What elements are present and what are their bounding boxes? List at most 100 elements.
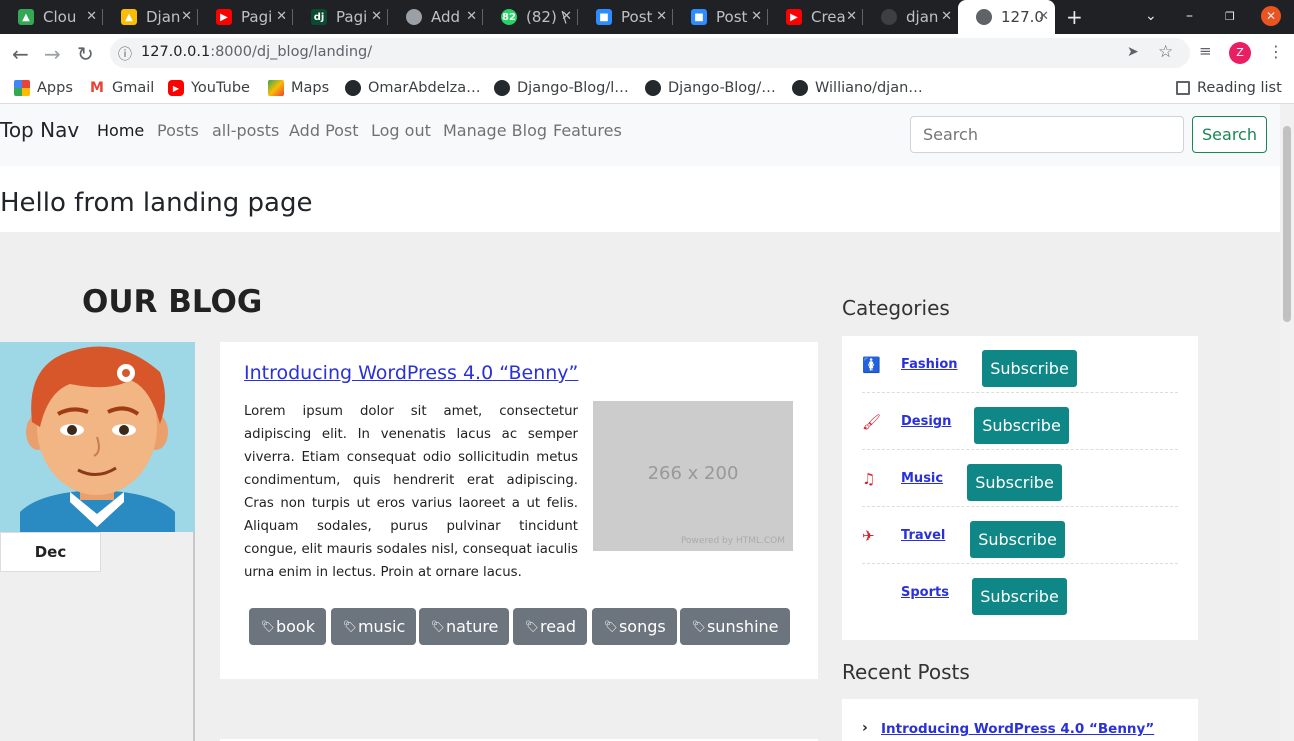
nav-link-log-out[interactable]: Log out [371, 121, 431, 140]
bookmark-github[interactable]: Django-Blog/l… [494, 77, 629, 99]
google-drive-icon: ▲ [18, 9, 34, 25]
close-tab-icon[interactable]: ✕ [941, 9, 952, 24]
close-tab-icon[interactable]: ✕ [181, 9, 192, 24]
category-link-design[interactable]: Design [901, 414, 951, 429]
bookmark-maps[interactable]: Maps [268, 77, 329, 99]
category-row: 🚺 Fashion Subscribe [862, 336, 1178, 393]
category-link-travel[interactable]: Travel [901, 528, 945, 543]
subscribe-button[interactable]: Subscribe [967, 464, 1062, 501]
page-viewport: Top Nav Home Posts all-posts Add Post Lo… [0, 104, 1280, 741]
send-icon[interactable]: ➤ [1127, 44, 1139, 60]
profile-avatar[interactable]: Z [1229, 42, 1251, 64]
tag-button[interactable]: 🏷 music [331, 608, 417, 645]
blog-title: OUR BLOG [82, 284, 263, 320]
nav-link-features[interactable]: Features [553, 121, 622, 140]
back-arrow-icon[interactable]: ← [12, 42, 29, 66]
close-tab-icon[interactable]: ✕ [371, 9, 382, 24]
post-image-placeholder: 266 x 200 Powered by HTML.COM [593, 401, 793, 551]
browser-tab[interactable]: Add ✕ [388, 0, 483, 34]
browser-tab-active[interactable]: 127.0 ✕ [958, 0, 1055, 34]
bookmark-apps[interactable]: Apps [14, 77, 73, 99]
close-tab-icon[interactable]: ✕ [846, 9, 857, 24]
tag-icon: 🏷 [343, 620, 357, 633]
nav-link-add-post[interactable]: Add Post [289, 121, 359, 140]
nav-link-all-posts[interactable]: all-posts [212, 121, 279, 140]
close-tab-icon[interactable]: ✕ [276, 9, 287, 24]
browser-tab[interactable]: dj Pagi ✕ [293, 0, 388, 34]
close-window-icon[interactable]: ✕ [1261, 6, 1281, 26]
tag-button[interactable]: 🏷 songs [592, 608, 677, 645]
subscribe-button[interactable]: Subscribe [970, 521, 1065, 558]
search-button[interactable]: Search [1192, 116, 1267, 153]
info-icon[interactable]: ⓘ [118, 44, 132, 64]
tab-search-chevron-icon[interactable]: ⌄ [1145, 8, 1157, 24]
navbar-brand[interactable]: Top Nav [0, 118, 79, 142]
github-icon [345, 80, 361, 96]
reading-list-icon [1176, 81, 1190, 95]
bookmark-github[interactable]: Django-Blog/… [645, 77, 776, 99]
menu-kebab-icon[interactable]: ⋮ [1268, 42, 1284, 61]
category-row: 🖌 Design Subscribe [862, 393, 1178, 450]
browser-tab[interactable]: ▶ Pagi ✕ [198, 0, 293, 34]
tag-button[interactable]: 🏷 sunshine [680, 608, 790, 645]
browser-tab[interactable]: ▲ Clou ✕ [0, 0, 103, 34]
new-tab-icon[interactable]: + [1066, 5, 1083, 29]
subscribe-button[interactable]: Subscribe [982, 350, 1077, 387]
author-card: Dec [0, 342, 195, 741]
apps-grid-icon [14, 80, 30, 96]
close-tab-icon[interactable]: ✕ [656, 9, 667, 24]
post-excerpt: Lorem ipsum dolor sit amet, consectetur … [244, 404, 578, 580]
tag-button[interactable]: 🏷 read [513, 608, 587, 645]
minimize-icon[interactable]: – [1186, 8, 1193, 24]
paintbrush-icon: 🖌 [862, 413, 882, 431]
close-tab-icon[interactable]: ✕ [1038, 9, 1049, 24]
bookmark-github[interactable]: Williano/djan… [792, 77, 923, 99]
django-icon: dj [311, 9, 327, 25]
categories-heading: Categories [842, 296, 950, 320]
url-text[interactable]: 127.0.0.1:8000/dj_blog/landing/ [141, 44, 372, 60]
post-title-link[interactable]: Introducing WordPress 4.0 “Benny” [244, 362, 578, 384]
author-avatar [0, 342, 195, 532]
search-input[interactable] [910, 116, 1184, 153]
nav-link-home[interactable]: Home [97, 121, 144, 140]
close-tab-icon[interactable]: ✕ [86, 9, 97, 24]
browser-tab[interactable]: ▶ Crea ✕ [768, 0, 863, 34]
restore-icon[interactable]: ❐ [1225, 10, 1235, 23]
categories-widget: 🚺 Fashion Subscribe 🖌 Design Subscribe ♫… [842, 336, 1198, 640]
zoom-icon: ■ [596, 9, 612, 25]
browser-tab[interactable]: ■ Post ✕ [673, 0, 768, 34]
bookmark-gmail[interactable]: M Gmail [89, 77, 154, 99]
close-tab-icon[interactable]: ✕ [466, 9, 477, 24]
category-link-sports[interactable]: Sports [901, 585, 949, 600]
tag-icon: 🏷 [261, 620, 275, 633]
forward-arrow-icon[interactable]: → [44, 42, 61, 66]
subscribe-button[interactable]: Subscribe [972, 578, 1067, 615]
page-scrollbar[interactable] [1280, 104, 1294, 741]
browser-tab[interactable]: 82 (82) \ ✕ [483, 0, 578, 34]
close-tab-icon[interactable]: ✕ [751, 9, 762, 24]
page-heading: Hello from landing page [0, 188, 313, 218]
bookmark-star-icon[interactable]: ☆ [1158, 42, 1173, 62]
browser-tab[interactable]: ▲ Djan ✕ [103, 0, 198, 34]
plane-icon: ✈ [862, 527, 875, 545]
scrollbar-thumb[interactable] [1283, 126, 1291, 322]
category-link-music[interactable]: Music [901, 471, 943, 486]
category-link-fashion[interactable]: Fashion [901, 357, 958, 372]
bookmark-github[interactable]: OmarAbdelza… [345, 77, 481, 99]
nav-link-manage-blog[interactable]: Manage Blog [443, 121, 547, 140]
whatsapp-icon: 82 [501, 9, 517, 25]
reload-icon[interactable]: ↻ [77, 42, 94, 66]
nav-link-posts[interactable]: Posts [157, 121, 199, 140]
recent-post-link[interactable]: Introducing WordPress 4.0 “Benny” [881, 721, 1154, 737]
close-tab-icon[interactable]: ✕ [561, 9, 572, 24]
browser-tab[interactable]: ■ Post ✕ [578, 0, 673, 34]
tag-icon: 🏷 [431, 620, 445, 633]
browser-tab[interactable]: djan ✕ [863, 0, 958, 34]
gmail-icon: M [89, 80, 105, 96]
tag-button[interactable]: 🏷 book [249, 608, 326, 645]
reading-list-button[interactable]: Reading list [1176, 77, 1282, 99]
bookmark-youtube[interactable]: ▶ YouTube [168, 77, 250, 99]
media-control-icon[interactable]: ≡ [1199, 42, 1212, 60]
subscribe-button[interactable]: Subscribe [974, 407, 1069, 444]
tag-button[interactable]: 🏷 nature [419, 608, 510, 645]
